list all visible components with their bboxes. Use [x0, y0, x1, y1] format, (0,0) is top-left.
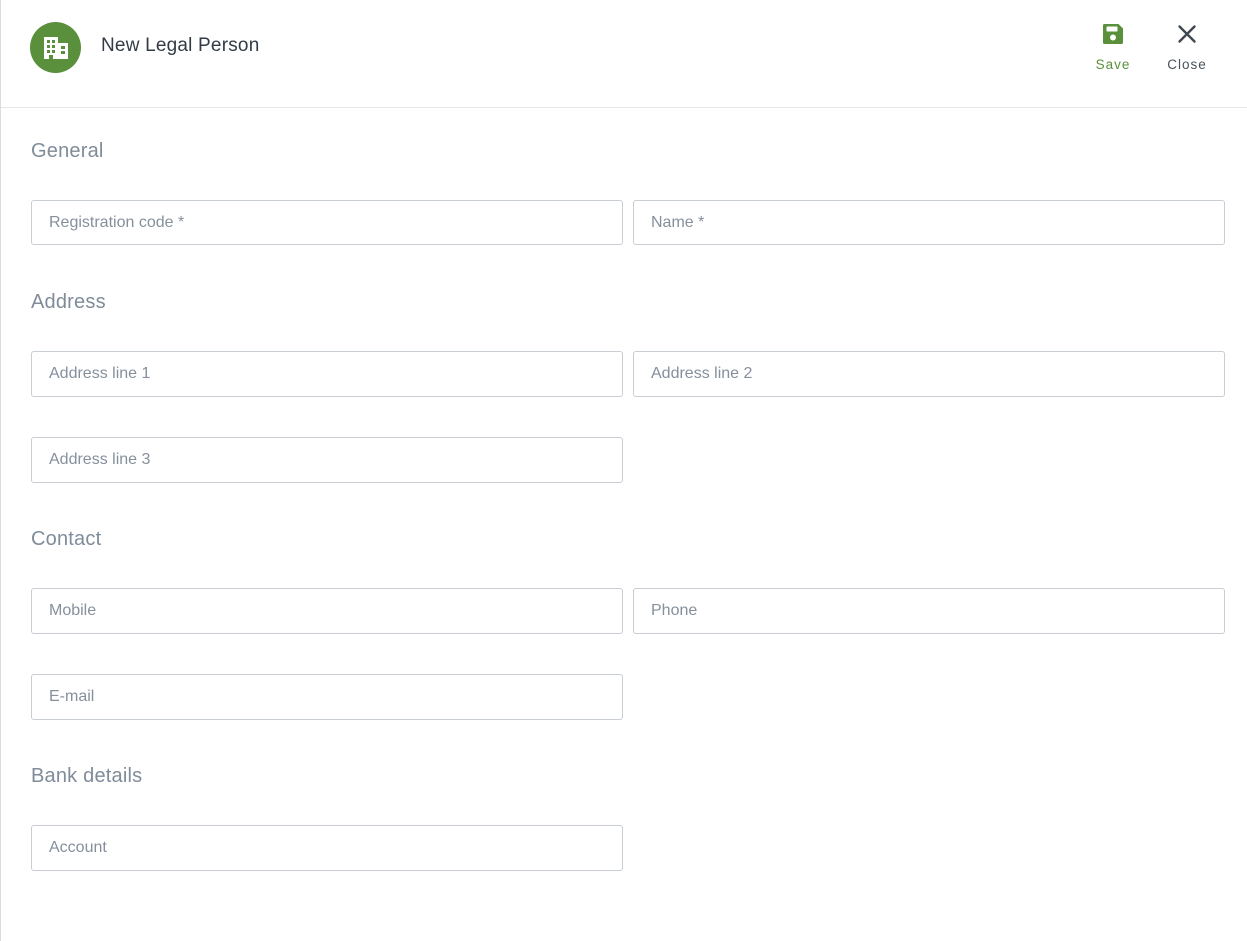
address-line-3-field[interactable]	[31, 437, 623, 483]
address-line-1-input[interactable]	[32, 352, 622, 396]
name-field[interactable]	[633, 200, 1225, 245]
address-line-2-field[interactable]	[633, 351, 1225, 397]
dialog-title: New Legal Person	[101, 35, 260, 56]
address-line-3-input[interactable]	[32, 438, 622, 482]
name-input[interactable]	[634, 201, 1224, 244]
close-icon	[1175, 22, 1199, 51]
account-input[interactable]	[32, 826, 622, 870]
email-input[interactable]	[32, 675, 622, 719]
mobile-input[interactable]	[32, 589, 622, 633]
save-label: Save	[1095, 57, 1131, 72]
building-icon	[30, 22, 81, 73]
phone-field[interactable]	[633, 588, 1225, 634]
account-field[interactable]	[31, 825, 623, 871]
section-title-address: Address	[31, 291, 106, 313]
close-label: Close	[1167, 57, 1207, 72]
new-legal-person-dialog: New Legal Person Save Close General Regi…	[0, 0, 1247, 941]
dialog-header: New Legal Person Save Close	[1, 0, 1247, 108]
registration-code-input[interactable]	[32, 201, 622, 244]
mobile-field[interactable]	[31, 588, 623, 634]
address-line-1-field[interactable]	[31, 351, 623, 397]
close-button[interactable]: Close	[1163, 22, 1211, 72]
phone-input[interactable]	[634, 589, 1224, 633]
save-button[interactable]: Save	[1091, 22, 1135, 72]
floppy-disk-icon	[1101, 22, 1125, 51]
email-field[interactable]	[31, 674, 623, 720]
section-title-general: General	[31, 140, 104, 162]
address-line-2-input[interactable]	[634, 352, 1224, 396]
section-title-bank-details: Bank details	[31, 765, 143, 787]
registration-code-field[interactable]	[31, 200, 623, 245]
section-title-contact: Contact	[31, 528, 102, 550]
